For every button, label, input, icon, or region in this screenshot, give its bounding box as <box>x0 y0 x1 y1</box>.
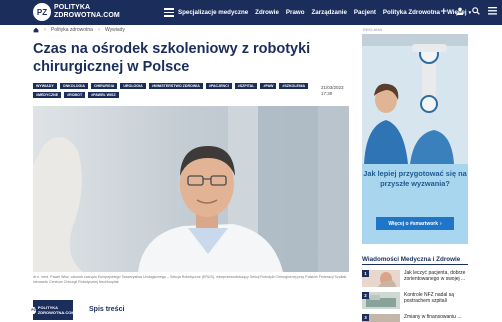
news-item[interactable]: 1 Jak leczyć pacjenta, dobrze zorientowa… <box>362 270 468 288</box>
news-rank: 2 <box>362 292 369 299</box>
hamburger-menu-icon[interactable] <box>164 8 174 17</box>
news-headline: Jak leczyć pacjenta, dobrze zorientowane… <box>404 270 466 282</box>
site-logo-text[interactable]: POLITYKA ZDROWOTNA.COM <box>54 4 120 20</box>
tag[interactable]: #PACJENCI <box>205 83 232 89</box>
breadcrumb-separator: › <box>97 27 100 33</box>
news-headline: Zmiany w finansowaniu ... <box>404 314 462 320</box>
breadcrumb-separator: › <box>44 27 46 33</box>
advertisement[interactable]: Jak lepiej przygotować się na przyszłe w… <box>362 34 468 244</box>
main-nav: Specjalizacje medyczne Zdrowie Prawo Zar… <box>178 0 471 25</box>
tag[interactable]: ONKOLOGIA <box>59 83 88 89</box>
nav-item-polityka[interactable]: Polityka Zdrowotna <box>383 9 440 16</box>
menu-icon[interactable] <box>487 7 497 18</box>
nav-item-prawo[interactable]: Prawo <box>286 9 305 16</box>
news-rank: 1 <box>362 270 369 277</box>
nav-item-zarzadzanie[interactable]: Zarządzanie <box>311 9 346 16</box>
user-icon[interactable] <box>456 7 464 18</box>
tag[interactable]: #SZPITAL <box>234 83 258 89</box>
news-headline: Kontrole NFZ nadal są postrachem szpital… <box>404 292 455 304</box>
news-item[interactable]: 3 Zmiany w finansowaniu ... <box>362 314 468 322</box>
ad-headline: Jak lepiej przygotować się na przyszłe w… <box>363 169 467 188</box>
article-title: Czas na ośrodek szkoleniowy z robotyki c… <box>33 41 311 75</box>
ad-cta-button[interactable]: Więcej o #smartwork › <box>376 217 454 230</box>
article-tags: WYWIADY ONKOLOGIA CHIRURGIA UROLOGIA #MI… <box>33 83 313 98</box>
news-item[interactable]: 2 Kontrole NFZ nadal są postrachem szpit… <box>362 292 468 310</box>
tag[interactable]: #SZKOLENIA <box>279 83 309 89</box>
breadcrumb: › Polityka zdrowotna › Wywiady <box>33 27 125 33</box>
photo-caption: dr n. med. Paweł Wisz, członek zarządu E… <box>33 275 348 284</box>
tag[interactable]: CHIRURGIA <box>90 83 118 89</box>
news-divider <box>362 264 468 265</box>
arrow-right-icon: › <box>440 220 442 227</box>
ad-label: REKLAMA <box>363 27 383 32</box>
breadcrumb-item-wywiady[interactable]: Wywiady <box>105 27 125 33</box>
tag[interactable]: #MINISTERSTWO ZDROWIA <box>148 83 203 89</box>
nav-item-specjalizacje[interactable]: Specjalizacje medyczne <box>178 9 248 16</box>
tag[interactable]: #ROBOT <box>64 92 86 98</box>
article-date: 21/03/2023 17:30 <box>321 85 344 96</box>
tag[interactable]: UROLOGIA <box>120 83 146 89</box>
nav-item-pacjent[interactable]: Pacjent <box>354 9 376 16</box>
nav-item-zdrowie[interactable]: Zdrowie <box>255 9 279 16</box>
search-icon[interactable] <box>471 7 480 18</box>
tag[interactable]: WYWIADY <box>33 83 57 89</box>
news-section-title: Wiadomości Medyczna i Zdrowie <box>362 256 461 263</box>
add-icon[interactable]: + <box>440 8 448 17</box>
news-rank: 3 <box>362 314 369 321</box>
tag[interactable]: #PAWEŁ WISZ <box>88 92 119 98</box>
top-navigation-bar: PZ POLITYKA ZDROWOTNA.COM Specjalizacje … <box>0 0 502 25</box>
toc-title[interactable]: Spis treści <box>89 306 124 313</box>
breadcrumb-item-polityka[interactable]: Polityka zdrowotna <box>51 27 93 33</box>
article-photo <box>33 106 349 272</box>
home-icon[interactable] <box>33 27 39 33</box>
header-actions: + <box>440 0 497 25</box>
tag[interactable]: #MEDYCZNE <box>33 92 62 98</box>
tag[interactable]: #PAW <box>260 83 277 89</box>
toc-logo: PZ POLITYKA ZDROWOTNA.COM <box>31 300 75 320</box>
site-logo[interactable]: PZ <box>33 3 51 21</box>
